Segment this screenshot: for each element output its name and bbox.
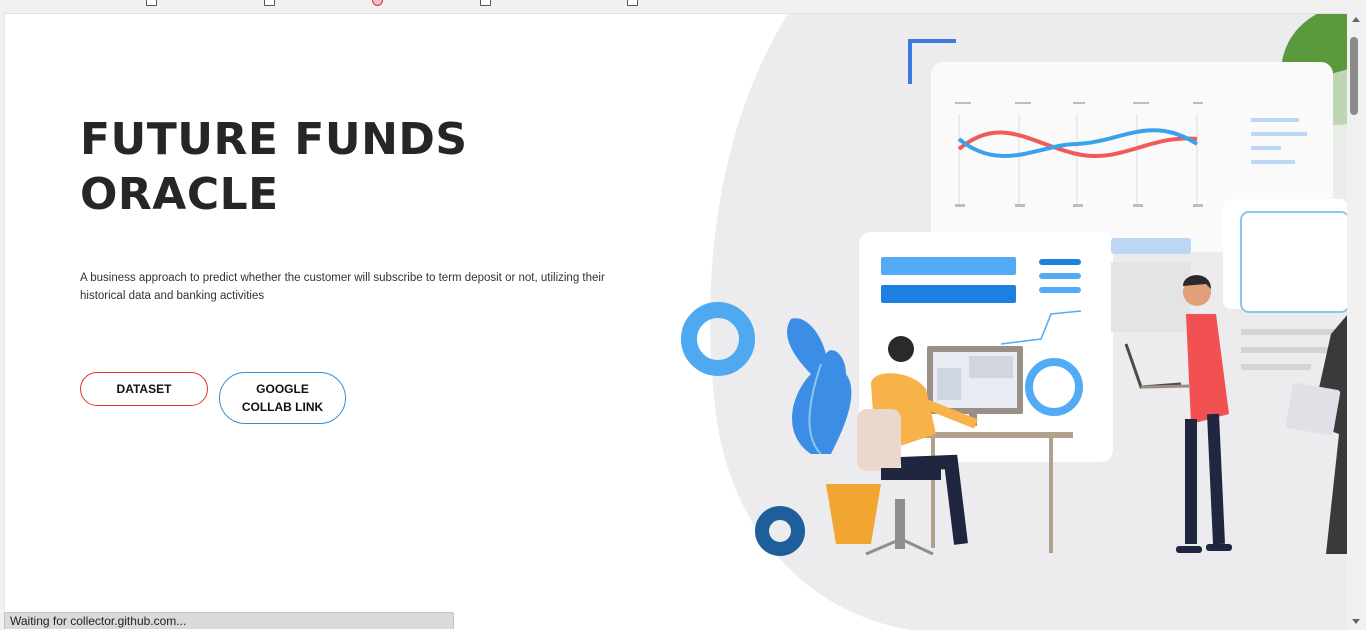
bookmarks-bar	[0, 0, 1366, 12]
vertical-scrollbar[interactable]	[1347, 13, 1366, 629]
google-collab-link-button[interactable]: GOOGLE COLLAB LINK	[219, 372, 346, 424]
scrollbar-thumb[interactable]	[1350, 37, 1358, 115]
status-text: Waiting for collector.github.com...	[10, 614, 187, 628]
title-line-2: ORACLE	[80, 169, 279, 220]
bookmark-icon[interactable]	[480, 0, 491, 6]
bookmark-icon[interactable]	[146, 0, 157, 6]
page-title: FUTURE FUNDS ORACLE	[80, 112, 468, 222]
web-page: FUTURE FUNDS ORACLE A business approach …	[4, 13, 1348, 630]
browser-status-bar: Waiting for collector.github.com...	[4, 612, 454, 629]
hero-description: A business approach to predict whether t…	[80, 272, 605, 302]
scroll-up-arrow-icon[interactable]	[1352, 17, 1360, 22]
bookmark-icon[interactable]	[264, 0, 275, 6]
title-line-1: FUTURE FUNDS	[80, 114, 468, 165]
bookmark-icon[interactable]	[627, 0, 638, 6]
bookmark-icon[interactable]	[372, 0, 383, 6]
dataset-button[interactable]: DATASET	[80, 372, 208, 406]
scroll-down-arrow-icon[interactable]	[1352, 619, 1360, 624]
illustration-team-analytics	[681, 14, 1348, 630]
